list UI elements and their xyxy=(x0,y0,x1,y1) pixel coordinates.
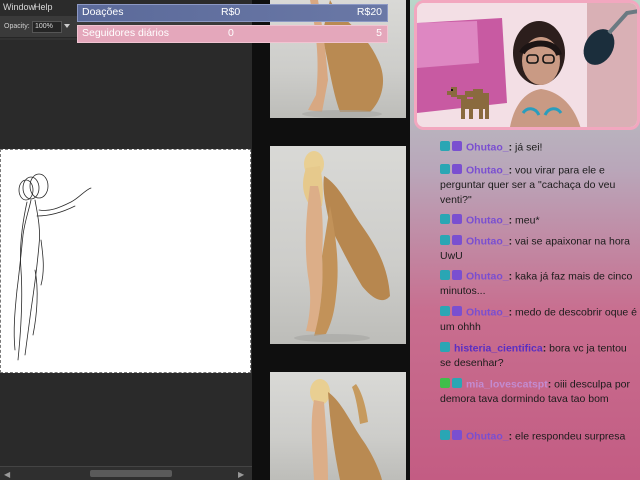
checkmark-badge-icon xyxy=(440,378,450,388)
twitch-badge-icon xyxy=(440,164,450,174)
reference-strip xyxy=(252,0,410,480)
emote-badge-icon xyxy=(452,141,462,151)
drawing-canvas[interactable] xyxy=(0,149,251,373)
chat-username[interactable]: Ohutao_ xyxy=(466,306,509,318)
donation-goal-bar: Doações R$0 R$20 xyxy=(77,4,388,22)
screen: Window Help Opacity: 100% ◀ ▶ Ohutao_: j… xyxy=(0,0,640,480)
reference-photo-3 xyxy=(270,372,406,480)
chat-username[interactable]: Ohutao_ xyxy=(466,214,509,226)
chat-username[interactable]: Ohutao_ xyxy=(466,141,509,153)
chat-text: já sei! xyxy=(515,141,543,154)
chat-message: Ohutao_: já sei! xyxy=(440,140,640,155)
reference-photo-2 xyxy=(270,146,406,344)
chat-text: ele respondeu surpresa xyxy=(515,430,626,443)
chat-message: Ohutao_: medo de descobrir oque é um ohh… xyxy=(440,306,638,334)
chat-username[interactable]: mia_lovescatspt xyxy=(466,378,548,390)
chat-message: Ohutao_: ele respondeu surpresa xyxy=(440,429,640,444)
stream-panel: Ohutao_: já sei! Ohutao_: vou virar para… xyxy=(410,0,640,480)
twitch-badge-icon xyxy=(440,270,450,280)
menu-help[interactable]: Help xyxy=(34,2,53,12)
chat-feed: Ohutao_: já sei! Ohutao_: vou virar para… xyxy=(440,140,640,480)
donation-current: R$0 xyxy=(221,6,241,18)
emote-badge-icon xyxy=(452,270,462,280)
scrollbar-thumb[interactable] xyxy=(90,470,172,477)
twitch-badge-icon xyxy=(440,235,450,245)
follower-goal-label: Seguidores diários xyxy=(82,27,169,39)
chat-username[interactable]: Ohutao_ xyxy=(466,430,509,442)
donation-goal: R$20 xyxy=(356,6,382,18)
emote-badge-icon xyxy=(452,235,462,245)
opacity-field[interactable]: 100% xyxy=(32,21,62,33)
chat-message: Ohutao_: vai se apaixonar na hora UwU xyxy=(440,235,631,263)
drawing-app: Window Help Opacity: 100% ◀ ▶ xyxy=(0,0,252,480)
sketch-figure-icon xyxy=(13,173,92,361)
horizontal-scrollbar[interactable]: ◀ ▶ xyxy=(0,466,252,480)
chat-text: meu* xyxy=(515,214,540,227)
emote-badge-icon xyxy=(452,214,462,224)
opacity-label: Opacity: xyxy=(4,23,30,30)
scroll-left-icon[interactable]: ◀ xyxy=(4,470,10,479)
chat-message: Ohutao_: meu* xyxy=(440,213,640,228)
chat-username[interactable]: Ohutao_ xyxy=(466,235,509,247)
webcam-view xyxy=(414,0,640,130)
chat-message: mia_lovescatspt: oiii desculpa por demor… xyxy=(440,378,631,406)
twitch-badge-icon xyxy=(440,141,450,151)
donation-goal-label: Doações xyxy=(82,6,124,18)
opacity-dropdown-icon[interactable] xyxy=(64,24,70,28)
chat-username[interactable]: Ohutao_ xyxy=(466,270,509,282)
twitch-badge-icon xyxy=(452,378,462,388)
chat-message: histeria_cientifica: bora vc ja tentou s… xyxy=(440,342,627,370)
twitch-badge-icon xyxy=(440,430,450,440)
twitch-badge-icon xyxy=(440,214,450,224)
emote-badge-icon xyxy=(452,306,462,316)
twitch-badge-icon xyxy=(440,306,450,316)
follower-goal-bar: Seguidores diários 0 5 xyxy=(77,25,388,43)
emote-badge-icon xyxy=(452,164,462,174)
follower-goal: 5 xyxy=(376,27,382,39)
emote-badge-icon xyxy=(452,430,462,440)
twitch-badge-icon xyxy=(440,342,450,352)
menu-window[interactable]: Window xyxy=(3,2,35,12)
scroll-right-icon[interactable]: ▶ xyxy=(238,470,244,479)
chat-message: Ohutao_: kaka já faz mais de cinco minut… xyxy=(440,270,633,298)
chat-username[interactable]: histeria_cientifica xyxy=(454,342,543,354)
chat-username[interactable]: Ohutao_ xyxy=(466,164,509,176)
chat-message: Ohutao_: vou virar para ele e perguntar … xyxy=(440,164,616,207)
follower-current: 0 xyxy=(228,27,234,39)
